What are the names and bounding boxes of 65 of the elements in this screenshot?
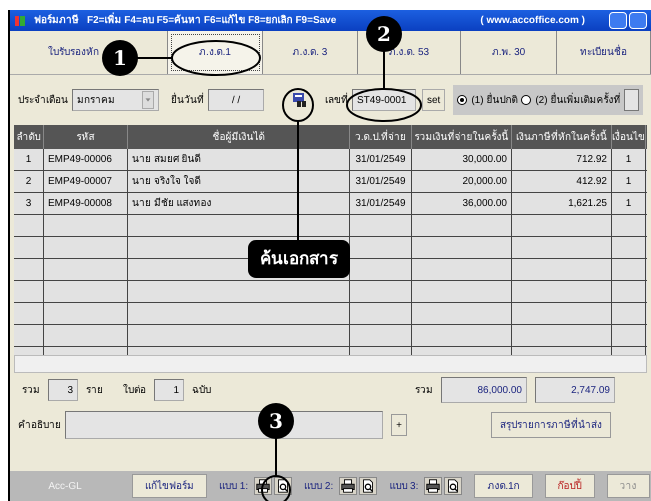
format-label: แบบ 2: bbox=[304, 480, 334, 494]
copy-button[interactable]: ก๊อปปี้ bbox=[544, 474, 595, 498]
table-cell: 1 bbox=[14, 149, 44, 170]
filing-count-field[interactable] bbox=[624, 89, 639, 111]
search-document-icon[interactable] bbox=[291, 91, 309, 109]
table-cell: นาย มีชัย แสงทอง bbox=[128, 193, 350, 214]
date-label: ยื่นวันที่ bbox=[171, 92, 204, 108]
table-cell: 31/01/2549 bbox=[350, 193, 412, 214]
table-cell: 712.92 bbox=[512, 149, 612, 170]
table-cell: 1 bbox=[612, 149, 646, 170]
sheets-field: 1 bbox=[154, 379, 184, 401]
month-dropdown[interactable]: มกราคม bbox=[72, 89, 159, 111]
hotkeys-text: F2=เพิ่ม F4=ลบ F5=ค้นหา F6=แก้ไข F8=ยกเลิก F9=Save bbox=[87, 13, 336, 28]
table-cell: 36,000.00 bbox=[412, 193, 512, 214]
table-cell: EMP49-00008 bbox=[44, 193, 128, 214]
sum-tax-field: 2,747.09 bbox=[535, 377, 615, 403]
toolbar-button[interactable]: ภงด.1ก bbox=[474, 474, 533, 498]
table-cell: 1,621.25 bbox=[512, 193, 612, 214]
print-preview-icon[interactable] bbox=[359, 477, 378, 495]
window-title: ฟอร์มภาษี bbox=[34, 13, 79, 28]
table-cell: 30,000.00 bbox=[412, 149, 512, 170]
filing-radio[interactable]: (2) ยื่นเพิ่มเติมครั้งที่ bbox=[521, 92, 620, 108]
sheets-unit-label: ฉบับ bbox=[192, 384, 211, 398]
month-label: ประจำเดือน bbox=[18, 94, 68, 108]
table-cell: 3 bbox=[14, 193, 44, 214]
table-cell: 412.92 bbox=[512, 171, 612, 192]
printer-icon[interactable] bbox=[424, 477, 442, 495]
table-cell: EMP49-00006 bbox=[44, 149, 128, 170]
sum-label: รวม bbox=[415, 384, 433, 398]
format-label: แบบ 1: bbox=[219, 480, 248, 494]
format-label: แบบ 3: bbox=[389, 480, 418, 494]
table-cell: 1 bbox=[612, 193, 646, 214]
description-field[interactable] bbox=[65, 411, 383, 439]
minimize-button[interactable] bbox=[609, 12, 627, 29]
count-field: 3 bbox=[48, 379, 78, 401]
filing-radio[interactable]: (1) ยื่นปกติ bbox=[457, 92, 518, 108]
table-cell: 2 bbox=[14, 171, 44, 192]
table-cell: นาย สมยศ ยินดี bbox=[128, 149, 350, 170]
table-cell: EMP49-00007 bbox=[44, 171, 128, 192]
sheets-label: ใบต่อ bbox=[123, 383, 146, 398]
tax-summary-button[interactable]: สรุปรายการภาษีที่นำส่ง bbox=[491, 412, 611, 438]
total-label: รวม bbox=[22, 384, 40, 398]
horizontal-scrollbar[interactable] bbox=[14, 355, 647, 373]
website-text: ( www.accoffice.com ) bbox=[480, 14, 585, 28]
number-label: เลขที่ bbox=[325, 92, 348, 108]
toolbar-button[interactable]: แก้ไขฟอร์ม bbox=[132, 474, 207, 498]
print-preview-icon[interactable] bbox=[444, 477, 462, 495]
table-cell: 20,000.00 bbox=[412, 171, 512, 192]
printer-icon[interactable] bbox=[339, 477, 358, 495]
set-button[interactable]: set bbox=[422, 89, 446, 111]
table-cell: นาย จริงใจ ใจดี bbox=[128, 171, 350, 192]
sum-paid-field: 86,000.00 bbox=[441, 377, 527, 403]
number-field[interactable]: ST49-0001 bbox=[352, 89, 416, 111]
date-field[interactable]: / / bbox=[208, 89, 264, 111]
table-cell: 1 bbox=[612, 171, 646, 192]
table-cell: 31/01/2549 bbox=[350, 171, 412, 192]
description-label: คำอธิบาย bbox=[18, 418, 61, 432]
app-icon bbox=[14, 14, 26, 26]
tab[interactable]: ภ.ง.ด.1 bbox=[168, 31, 263, 74]
plus-button[interactable]: + bbox=[391, 414, 407, 436]
app-label: Acc-GL bbox=[47, 480, 83, 494]
count-unit-label: ราย bbox=[86, 384, 103, 398]
table-cell: 31/01/2549 bbox=[350, 149, 412, 170]
search-caption: ค้นเอกสาร bbox=[248, 240, 350, 278]
maximize-button[interactable] bbox=[629, 12, 647, 29]
